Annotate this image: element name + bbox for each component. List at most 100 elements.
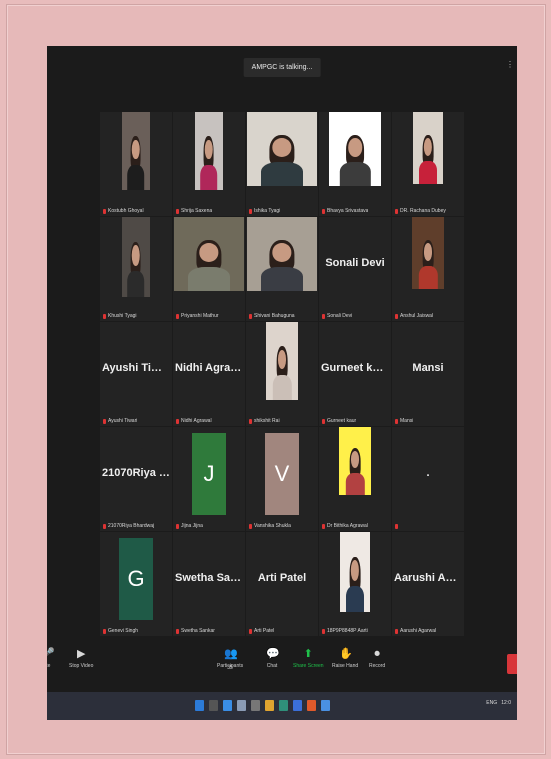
participant-tile[interactable]: Ishika Tyagi <box>246 112 318 216</box>
participant-name-label: 18P9P8848P Aarti <box>322 628 368 634</box>
participant-name-label: Shrija Saxena <box>176 208 212 214</box>
participant-tile[interactable]: Arti Patel Arti Patel <box>246 532 318 636</box>
record-label: Record <box>369 663 386 669</box>
participant-video <box>266 322 298 400</box>
stop-video-button[interactable]: ▶ Stop Video <box>69 648 93 669</box>
participant-tile[interactable]: shikshit Rai <box>246 322 318 426</box>
participant-tile[interactable]: Shivani Bahuguna <box>246 217 318 321</box>
person-silhouette <box>418 239 438 289</box>
participant-display-name: Nidhi Agrawal <box>175 361 245 374</box>
language-indicator: ENG <box>486 700 498 706</box>
participant-video <box>122 112 150 190</box>
participant-tile[interactable]: Sonali Devi Sonali Devi <box>319 217 391 321</box>
muted-mic-icon <box>176 418 179 424</box>
participant-name: Nidhi Agrawal <box>181 418 212 424</box>
participant-name: 18P9P8848P Aarti <box>327 628 368 634</box>
participant-name: Swetha Sankar <box>181 628 215 634</box>
raise-hand-button[interactable]: ✋ Raise Hand <box>332 648 358 669</box>
participant-tile[interactable]: Shrija Saxena <box>173 112 245 216</box>
more-options-icon[interactable]: ⋮ <box>506 60 514 69</box>
participant-name-label: Kostubh Ghoyal <box>103 208 144 214</box>
zoom-meeting-window: AMPGC is talking... ⋮ Kostubh Ghoyal Shri… <box>47 46 517 720</box>
mute-label: ute <box>47 663 51 669</box>
participant-name: Arti Patel <box>254 628 275 634</box>
muted-mic-icon <box>176 313 179 319</box>
participant-tile[interactable]: Dr Bithika Agrawal <box>319 427 391 531</box>
participant-name-label: Vanshika Shukla <box>249 523 291 529</box>
participant-tile[interactable]: Priyanshi Mathur <box>173 217 245 321</box>
participant-name: Priyanshi Mathur <box>181 313 219 319</box>
participant-tile[interactable]: V Vanshika Shukla <box>246 427 318 531</box>
chat-button[interactable]: 💬 Chat <box>266 648 280 669</box>
participant-name: Mansi <box>400 418 414 424</box>
participant-name: Genevi Singh <box>108 628 139 634</box>
participant-tile[interactable]: Ayushi Tiwari Ayushi Tiwari <box>100 322 172 426</box>
participant-display-name: Gurneet kaur <box>321 361 390 374</box>
participant-name-label: Jijna Jijna <box>176 523 203 529</box>
participants-button[interactable]: 👥35 Participants <box>217 648 243 671</box>
muted-mic-icon <box>395 313 398 319</box>
muted-mic-icon <box>249 313 252 319</box>
file-explorer-icon[interactable] <box>265 700 274 711</box>
zoom-icon[interactable] <box>321 700 330 711</box>
participant-tile[interactable]: Gurneet kaur Gurneet kaur <box>319 322 391 426</box>
participant-name: shikshit Rai <box>254 418 280 424</box>
muted-mic-icon <box>322 628 325 634</box>
app-icon[interactable] <box>251 700 260 711</box>
participant-name-label: Dr Bithika Agrawal <box>322 523 368 529</box>
participant-tile[interactable]: Kostubh Ghoyal <box>100 112 172 216</box>
muted-mic-icon <box>249 418 252 424</box>
video-camera-icon: ▶ <box>76 648 86 660</box>
participant-name: Bhavya Srivastava <box>327 208 369 214</box>
taskview-icon[interactable] <box>223 700 232 711</box>
participant-display-name: Mansi <box>412 361 444 374</box>
participant-tile[interactable]: Bhavya Srivastava <box>319 112 391 216</box>
participant-name: Jijna Jijna <box>181 523 203 529</box>
participant-name-label: Ayushi Tiwari <box>103 418 137 424</box>
muted-mic-icon <box>103 208 106 214</box>
hand-icon: ✋ <box>339 648 353 660</box>
participant-tile[interactable]: Khushi Tyagi <box>100 217 172 321</box>
edge-icon[interactable] <box>279 700 288 711</box>
gallery-grid: Kostubh Ghoyal Shrija Saxena Ishika Tyagi B… <box>100 112 464 636</box>
participant-name: 21070Riya Bhardwaj <box>108 523 155 529</box>
muted-mic-icon <box>322 208 325 214</box>
participant-display-name: Swetha Sankar <box>175 571 245 584</box>
muted-mic-icon <box>176 523 179 529</box>
participant-video <box>412 217 444 289</box>
store-icon[interactable] <box>293 700 302 711</box>
participant-name: Anshul Jaiswal <box>400 313 434 319</box>
widgets-icon[interactable] <box>237 700 246 711</box>
participant-tile[interactable]: Aarushi Agarwal Aarushi Agarwal <box>392 532 464 636</box>
participant-name: Ishika Tyagi <box>254 208 281 214</box>
search-icon[interactable] <box>209 700 218 711</box>
participant-tile[interactable]: . <box>392 427 464 531</box>
mute-button[interactable]: 🎤 ute <box>47 648 55 669</box>
start-icon[interactable] <box>195 700 204 711</box>
record-button[interactable]: ⏺ Record <box>369 648 385 669</box>
share-screen-button[interactable]: ⬆ Share Screen <box>293 648 324 669</box>
participant-tile[interactable]: G Genevi Singh <box>100 532 172 636</box>
stop-video-label: Stop Video <box>69 663 94 669</box>
participant-video <box>122 217 150 297</box>
participant-tile[interactable]: 21070Riya Bhar... 21070Riya Bhardwaj <box>100 427 172 531</box>
participant-tile[interactable]: Nidhi Agrawal Nidhi Agrawal <box>173 322 245 426</box>
participant-tile[interactable]: J Jijna Jijna <box>173 427 245 531</box>
participant-tile[interactable]: DR. Rachana Dubey <box>392 112 464 216</box>
end-meeting-button[interactable] <box>507 654 517 674</box>
participant-tile[interactable]: Swetha Sankar Swetha Sankar <box>173 532 245 636</box>
person-silhouette <box>272 345 292 400</box>
participant-tile[interactable]: Anshul Jaiswal <box>392 217 464 321</box>
participant-name-label: Priyanshi Mathur <box>176 313 219 319</box>
participant-tile[interactable]: Mansi Mansi <box>392 322 464 426</box>
muted-mic-icon <box>103 523 106 529</box>
share-screen-label: Share Screen <box>293 663 324 669</box>
muted-mic-icon <box>395 418 398 424</box>
chrome-icon[interactable] <box>307 700 316 711</box>
participant-name-label: 21070Riya Bhardwaj <box>103 523 154 529</box>
muted-mic-icon <box>395 524 398 529</box>
participant-name: Khushi Tyagi <box>108 313 137 319</box>
participant-tile[interactable]: 18P9P8848P Aarti <box>319 532 391 636</box>
avatar: G <box>119 538 153 620</box>
participant-name: Sonali Devi <box>327 313 353 319</box>
